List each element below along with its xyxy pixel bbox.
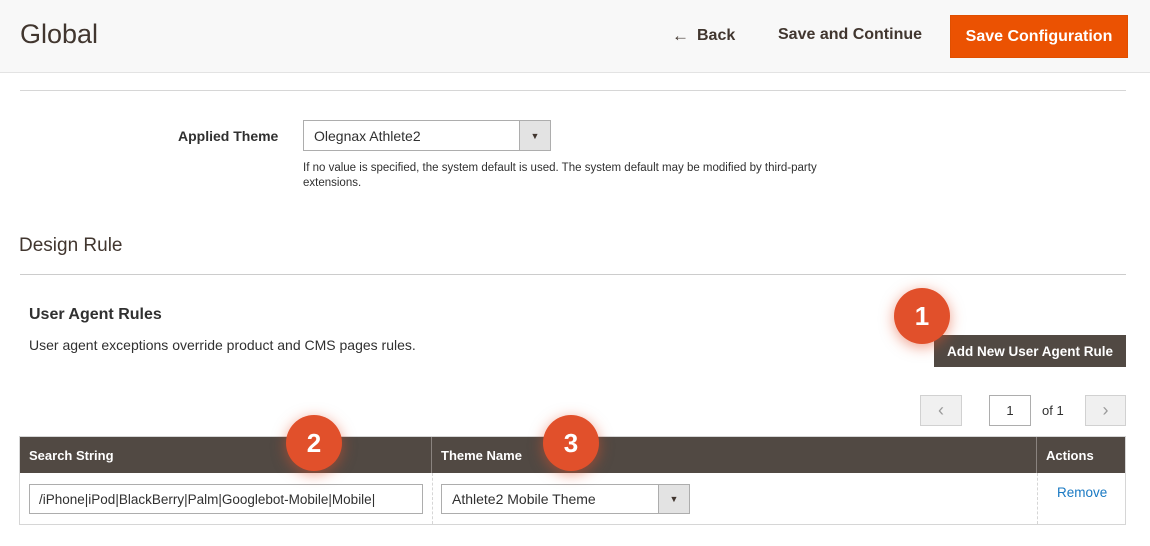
page-header: Global ← Back Save and Continue Save Con… bbox=[0, 0, 1150, 73]
chevron-left-icon: ‹ bbox=[938, 400, 944, 420]
applied-theme-label: Applied Theme bbox=[178, 128, 279, 144]
column-header-actions: Actions bbox=[1046, 447, 1094, 463]
arrow-left-icon: ← bbox=[672, 26, 689, 45]
chevron-down-icon[interactable]: ▼ bbox=[658, 485, 689, 513]
user-agent-rules-description: User agent exceptions override product a… bbox=[29, 337, 416, 353]
theme-name-value: Athlete2 Mobile Theme bbox=[452, 491, 596, 507]
applied-theme-value: Olegnax Athlete2 bbox=[314, 127, 421, 144]
add-user-agent-rule-button[interactable]: Add New User Agent Rule bbox=[934, 335, 1126, 367]
divider bbox=[20, 90, 1126, 91]
callout-badge-2: 2 bbox=[286, 415, 342, 471]
page-title: Global bbox=[20, 19, 99, 49]
applied-theme-select[interactable]: Olegnax Athlete2 ▼ bbox=[303, 120, 551, 151]
pager-next-button[interactable]: › bbox=[1085, 395, 1126, 426]
column-header-search-string: Search String bbox=[20, 437, 432, 473]
section-divider bbox=[20, 274, 1126, 275]
save-configuration-button[interactable]: Save Configuration bbox=[950, 15, 1128, 58]
chevron-right-icon: › bbox=[1102, 400, 1109, 420]
column-header-theme-name: Theme Name bbox=[432, 437, 1037, 473]
save-and-continue-button[interactable]: Save and Continue bbox=[778, 26, 922, 44]
remove-link[interactable]: Remove bbox=[1057, 485, 1107, 500]
back-label: Back bbox=[697, 27, 736, 44]
callout-badge-1: 1 bbox=[894, 288, 950, 344]
applied-theme-note: If no value is specified, the system def… bbox=[303, 162, 817, 189]
pager-prev-button[interactable]: ‹ bbox=[920, 395, 962, 426]
chevron-down-icon[interactable]: ▼ bbox=[519, 121, 550, 150]
user-agent-rules-title: User Agent Rules bbox=[29, 306, 162, 323]
back-button[interactable]: ← Back bbox=[672, 26, 735, 46]
pager-page-input[interactable] bbox=[989, 395, 1031, 426]
search-string-input[interactable]: /iPhone|iPod|BlackBerry|Palm|Googlebot-M… bbox=[29, 484, 423, 514]
column-divider bbox=[432, 473, 433, 524]
theme-name-select[interactable]: Athlete2 Mobile Theme ▼ bbox=[441, 484, 690, 514]
pager-total: of 1 bbox=[1042, 403, 1064, 418]
callout-badge-3: 3 bbox=[543, 415, 599, 471]
column-divider bbox=[1037, 473, 1038, 524]
design-rule-title: Design Rule bbox=[19, 235, 123, 256]
